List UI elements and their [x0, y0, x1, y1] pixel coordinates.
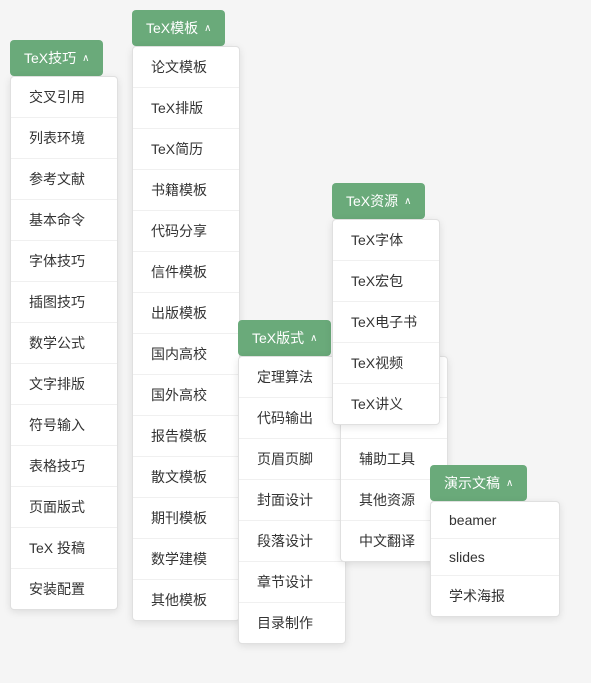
presentation-arrow: ∧ [506, 478, 513, 489]
tex-versions-arrow: ∧ [310, 333, 317, 344]
list-item[interactable]: 书籍模板 [133, 170, 239, 211]
list-item[interactable]: 列表环境 [11, 118, 117, 159]
list-item[interactable]: 定理算法 [239, 357, 345, 398]
list-item[interactable]: 安装配置 [11, 569, 117, 609]
list-item[interactable]: 数学建模 [133, 539, 239, 580]
list-item[interactable]: slides [431, 539, 559, 576]
tex-resources-header[interactable]: TeX资源 ∧ [332, 183, 425, 219]
presentation-panel: beamer slides 学术海报 [430, 501, 560, 617]
list-item[interactable]: TeX 投稿 [11, 528, 117, 569]
list-item[interactable]: 插图技巧 [11, 282, 117, 323]
list-item[interactable]: 页眉页脚 [239, 439, 345, 480]
list-item[interactable]: 报告模板 [133, 416, 239, 457]
presentation-label: 演示文稿 [444, 473, 500, 493]
list-item[interactable]: TeX排版 [133, 88, 239, 129]
list-item[interactable]: 代码输出 [239, 398, 345, 439]
tex-templates-panel: 论文模板 TeX排版 TeX简历 书籍模板 代码分享 信件模板 出版模板 国内高… [132, 46, 240, 621]
tex-skills-arrow: ∧ [82, 53, 89, 64]
tex-resources-arrow: ∧ [404, 196, 411, 207]
list-item[interactable]: 页面版式 [11, 487, 117, 528]
list-item[interactable]: 交叉引用 [11, 77, 117, 118]
tex-templates-header[interactable]: TeX模板 ∧ [132, 10, 225, 46]
list-item[interactable]: 散文模板 [133, 457, 239, 498]
list-item[interactable]: 目录制作 [239, 603, 345, 643]
list-item[interactable]: 字体技巧 [11, 241, 117, 282]
list-item[interactable]: 论文模板 [133, 47, 239, 88]
list-item[interactable]: TeX讲义 [333, 384, 439, 424]
list-item[interactable]: 符号输入 [11, 405, 117, 446]
list-item[interactable]: 出版模板 [133, 293, 239, 334]
list-item[interactable]: 表格技巧 [11, 446, 117, 487]
list-item[interactable]: TeX宏包 [333, 261, 439, 302]
list-item[interactable]: 期刊模板 [133, 498, 239, 539]
list-item[interactable]: 国内高校 [133, 334, 239, 375]
tex-versions-header[interactable]: TeX版式 ∧ [238, 320, 331, 356]
list-item[interactable]: 学术海报 [431, 576, 559, 616]
tex-versions-panel: 定理算法 代码输出 页眉页脚 封面设计 段落设计 章节设计 目录制作 [238, 356, 346, 644]
list-item[interactable]: TeX电子书 [333, 302, 439, 343]
list-item[interactable]: 文字排版 [11, 364, 117, 405]
list-item[interactable]: 数学公式 [11, 323, 117, 364]
list-item[interactable]: TeX简历 [133, 129, 239, 170]
list-item[interactable]: 信件模板 [133, 252, 239, 293]
list-item[interactable]: 代码分享 [133, 211, 239, 252]
menu-container: TeX技巧 ∧ 交叉引用 列表环境 参考文献 基本命令 字体技巧 插图技巧 数学… [0, 0, 591, 683]
list-item[interactable]: 段落设计 [239, 521, 345, 562]
tex-resources-label: TeX资源 [346, 191, 398, 211]
tex-skills-panel: 交叉引用 列表环境 参考文献 基本命令 字体技巧 插图技巧 数学公式 文字排版 … [10, 76, 118, 610]
list-item[interactable]: 章节设计 [239, 562, 345, 603]
list-item[interactable]: 封面设计 [239, 480, 345, 521]
list-item[interactable]: 国外高校 [133, 375, 239, 416]
tex-skills-header[interactable]: TeX技巧 ∧ [10, 40, 103, 76]
list-item[interactable]: TeX视频 [333, 343, 439, 384]
tex-templates-label: TeX模板 [146, 18, 198, 38]
tex-templates-arrow: ∧ [204, 23, 211, 34]
presentation-header[interactable]: 演示文稿 ∧ [430, 465, 527, 501]
list-item[interactable]: TeX字体 [333, 220, 439, 261]
list-item[interactable]: beamer [431, 502, 559, 539]
list-item[interactable]: 基本命令 [11, 200, 117, 241]
tex-skills-label: TeX技巧 [24, 48, 76, 68]
list-item[interactable]: 其他模板 [133, 580, 239, 620]
tex-versions-label: TeX版式 [252, 328, 304, 348]
list-item[interactable]: 参考文献 [11, 159, 117, 200]
tex-resources-panel: TeX字体 TeX宏包 TeX电子书 TeX视频 TeX讲义 [332, 219, 440, 425]
